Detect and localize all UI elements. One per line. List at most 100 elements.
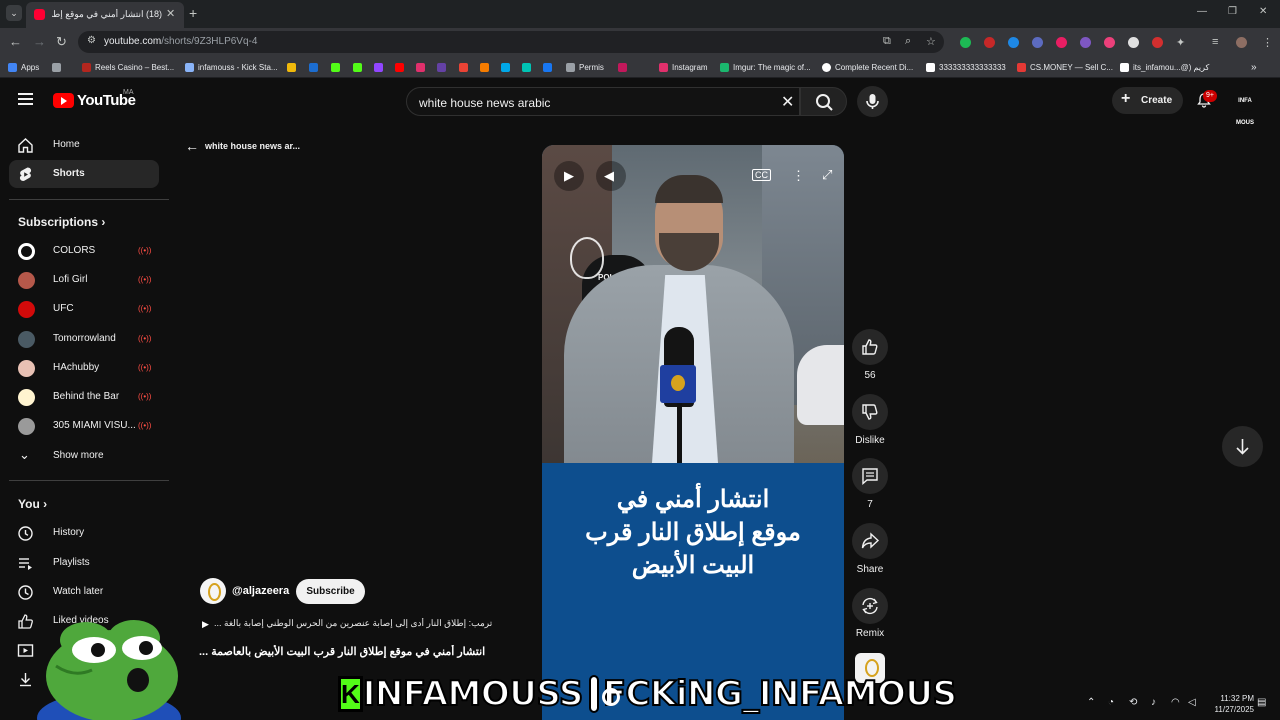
captions-button[interactable]: CC xyxy=(746,161,776,191)
browser-menu-icon[interactable]: ⋮ xyxy=(1262,36,1273,49)
bookmark-youtube[interactable] xyxy=(395,60,408,74)
like-button[interactable] xyxy=(852,329,888,365)
extension-icon[interactable] xyxy=(1080,37,1091,48)
tray-expand-icon[interactable]: ⌃ xyxy=(1087,697,1095,708)
mute-button[interactable]: ◀ xyxy=(596,161,626,191)
bookmark-site[interactable] xyxy=(618,60,631,74)
next-short-button[interactable] xyxy=(1222,426,1263,467)
more-options-button[interactable]: ⋮ xyxy=(780,161,810,191)
sidebar-sub-lofi-girl[interactable]: Lofi Girl ((•)) xyxy=(9,266,159,294)
extension-icon[interactable] xyxy=(1104,37,1115,48)
address-bar[interactable]: ⚙ youtube.com/shorts/9Z3HLP6Vq-4 ⧉ ⌕ ☆ xyxy=(78,31,944,53)
bookmark-star-icon[interactable]: ☆ xyxy=(926,35,936,48)
sidebar-item-playlists[interactable]: Playlists xyxy=(9,549,159,577)
bookmark-site[interactable] xyxy=(522,60,535,74)
subscribe-button[interactable]: Subscribe xyxy=(296,579,365,604)
forward-button[interactable]: → xyxy=(33,34,46,50)
comments-button[interactable] xyxy=(852,458,888,494)
sidebar-sub-hachubby[interactable]: HAchubby ((•)) xyxy=(9,354,159,382)
bookmark-kick[interactable]: infamouss - Kick Sta... xyxy=(185,60,278,74)
bookmark-reels-casino[interactable]: Reels Casino – Best... xyxy=(82,60,174,74)
video-description[interactable]: ترمب: إطلاق النار أدى إلى إصابة عنصرين م… xyxy=(214,618,508,629)
sidebar-item-history[interactable]: History xyxy=(9,519,159,547)
reading-list-icon[interactable]: ≡ xyxy=(1212,36,1218,48)
extension-icon[interactable] xyxy=(1152,37,1163,48)
bookmark-kick-3[interactable] xyxy=(353,60,366,74)
bookmark-apps[interactable]: Apps xyxy=(8,60,39,74)
bookmark-imgur[interactable]: Imgur: The magic of... xyxy=(720,60,811,74)
subscriptions-heading[interactable]: Subscriptions › xyxy=(18,215,105,229)
extension-icon[interactable] xyxy=(960,37,971,48)
account-avatar[interactable]: INFA MOUS xyxy=(1233,90,1257,126)
bookmark-gmail[interactable] xyxy=(459,60,472,74)
bookmark-tab-groups[interactable] xyxy=(52,60,65,74)
close-window-button[interactable]: ✕ xyxy=(1259,6,1267,17)
bookmark-site[interactable] xyxy=(309,60,322,74)
short-video-player[interactable]: POLICE ▶ ◀ CC ⋮ ⤢ انتشار أمني في موقع إط… xyxy=(542,145,844,720)
browser-tab-active[interactable]: (18) انتشار أمني في موقع إطلاق ✕ xyxy=(26,2,184,28)
extension-icon[interactable] xyxy=(1056,37,1067,48)
bookmark-instagram[interactable] xyxy=(416,60,429,74)
search-input[interactable]: white house news arabic ✕ xyxy=(406,87,800,116)
restore-button[interactable]: ❐ xyxy=(1228,6,1237,17)
sidebar-item-shorts[interactable]: Shorts xyxy=(9,160,159,188)
bookmark-x[interactable]: 333333333333333 xyxy=(926,60,1006,74)
speaker-icon[interactable]: ◁ xyxy=(1188,697,1196,708)
bookmark-binance[interactable] xyxy=(287,60,300,74)
dislike-button[interactable] xyxy=(852,394,888,430)
bookmark-github[interactable]: Complete Recent Di... xyxy=(822,60,913,74)
bookmark-folder-permis[interactable]: Permis xyxy=(566,60,604,74)
bookmark-kick-2[interactable] xyxy=(331,60,344,74)
notification-center-icon[interactable]: ▤ xyxy=(1257,697,1266,708)
zoom-icon[interactable]: ⌕ xyxy=(905,35,911,48)
search-button[interactable] xyxy=(800,87,847,116)
microphone-tray-icon[interactable]: ♪ xyxy=(1151,697,1156,708)
back-to-search-button[interactable]: ← white house news ar... xyxy=(185,139,315,155)
more-bookmarks-icon[interactable]: » xyxy=(1251,60,1257,74)
tab-search-button[interactable]: ⌄ xyxy=(6,5,22,21)
site-info-icon[interactable]: ⚙ xyxy=(87,35,96,46)
bookmark-twitch[interactable] xyxy=(374,60,387,74)
bookmark-site[interactable] xyxy=(501,60,514,74)
bookmark-csmoney[interactable]: CS.MONEY — Sell C... xyxy=(1017,60,1113,74)
play-button[interactable]: ▶ xyxy=(554,161,584,191)
channel-name[interactable]: @aljazeera xyxy=(232,585,289,597)
sidebar-sub-305-miami[interactable]: 305 MIAMI VISU... ((•)) xyxy=(9,412,159,440)
install-app-icon[interactable]: ⧉ xyxy=(883,35,891,48)
reload-button[interactable]: ↻ xyxy=(56,34,67,50)
remix-button[interactable] xyxy=(852,588,888,624)
bookmark-site[interactable] xyxy=(480,60,493,74)
hamburger-menu-icon[interactable] xyxy=(18,93,33,105)
sidebar-item-watch-later[interactable]: Watch later xyxy=(9,578,159,606)
wifi-icon[interactable]: ◠ xyxy=(1171,697,1180,708)
sidebar-show-more[interactable]: ⌄ Show more xyxy=(9,442,159,470)
extensions-puzzle-icon[interactable]: ✦ xyxy=(1176,36,1185,49)
youtube-logo-icon[interactable] xyxy=(53,93,74,108)
share-button[interactable] xyxy=(852,523,888,559)
back-button[interactable]: ← xyxy=(9,34,22,50)
video-title[interactable]: انتشار أمني في موقع إطلاق النار قرب البي… xyxy=(199,645,509,658)
system-clock[interactable]: 11:32 PM 11/27/2025 xyxy=(1208,693,1254,715)
fullscreen-button[interactable]: ⤢ xyxy=(814,161,844,191)
sidebar-sub-tomorrowland[interactable]: Tomorrowland ((•)) xyxy=(9,325,159,353)
headset-icon[interactable]: ◔ xyxy=(1108,697,1114,708)
clear-search-icon[interactable]: ✕ xyxy=(781,92,794,112)
voice-search-button[interactable] xyxy=(857,86,888,117)
bookmark-tiktok[interactable]: its_infamou...@) كريم xyxy=(1120,60,1209,74)
channel-avatar[interactable] xyxy=(200,578,226,604)
extension-icon[interactable] xyxy=(1128,37,1139,48)
sidebar-sub-ufc[interactable]: UFC ((•)) xyxy=(9,295,159,323)
sidebar-sub-behind-the-bar[interactable]: Behind the Bar ((•)) xyxy=(9,383,159,411)
you-heading[interactable]: You › xyxy=(18,497,47,511)
sidebar-item-home[interactable]: Home xyxy=(9,131,159,159)
bookmark-site[interactable] xyxy=(543,60,556,74)
sidebar-sub-colors[interactable]: COLORS ((•)) xyxy=(9,237,159,265)
profile-avatar-icon[interactable] xyxy=(1236,37,1247,48)
extension-icon[interactable] xyxy=(984,37,995,48)
extension-icon[interactable] xyxy=(1008,37,1019,48)
create-button[interactable]: + Create xyxy=(1112,87,1183,114)
sync-icon[interactable]: ⟲ xyxy=(1129,697,1137,708)
tab-close-icon[interactable]: ✕ xyxy=(166,7,175,20)
bookmark-instagram-2[interactable]: Instagram xyxy=(659,60,708,74)
extension-icon[interactable] xyxy=(1032,37,1043,48)
